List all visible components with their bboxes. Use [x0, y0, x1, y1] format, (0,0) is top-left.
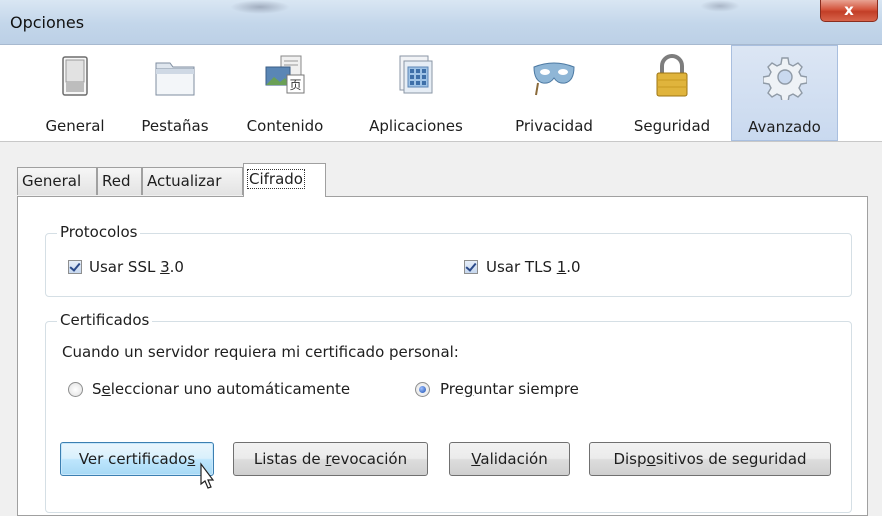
category-label: Contenido — [246, 117, 324, 135]
category-toolbar: General Pestañas 页 Contenido Aplicacione… — [0, 45, 882, 142]
auto-select-label[interactable]: Seleccionar uno automáticamente — [92, 380, 350, 398]
close-button[interactable]: x — [820, 0, 878, 22]
category-label: Avanzado — [748, 118, 821, 136]
category-label: Privacidad — [515, 117, 593, 135]
tls-label[interactable]: Usar TLS 1.0 — [486, 258, 581, 276]
tab-encryption[interactable]: Cifrado — [243, 163, 326, 197]
close-icon: x — [844, 1, 854, 19]
content-icon: 页 — [265, 55, 305, 94]
mouse-cursor-icon — [200, 462, 215, 489]
certificates-title: Certificados — [57, 311, 153, 329]
category-label: Seguridad — [633, 117, 711, 135]
revocation-lists-button[interactable]: Listas de revocación — [233, 442, 428, 476]
padlock-icon — [656, 54, 688, 97]
category-content[interactable]: 页 Contenido — [235, 45, 335, 141]
ssl-label[interactable]: Usar SSL 3.0 — [89, 258, 184, 276]
tab-general[interactable]: General — [17, 167, 97, 195]
security-devices-button[interactable]: Dispositivos de seguridad — [589, 442, 831, 476]
always-ask-label[interactable]: Preguntar siempre — [440, 380, 579, 398]
category-label: General — [45, 117, 105, 135]
validation-button[interactable]: Validación — [449, 442, 570, 476]
protocols-title: Protocolos — [57, 223, 141, 241]
tab-update[interactable]: Actualizar — [142, 167, 243, 195]
category-advanced[interactable]: Avanzado — [731, 45, 838, 141]
window-title: Opciones — [10, 13, 85, 32]
switch-icon — [62, 56, 88, 96]
folder-tabs-icon — [155, 62, 195, 96]
svg-text:页: 页 — [289, 78, 301, 92]
category-label: Pestañas — [141, 117, 209, 135]
auto-select-radio[interactable] — [68, 382, 83, 397]
gear-icon — [762, 57, 807, 100]
category-security[interactable]: Seguridad — [620, 45, 724, 141]
category-privacy[interactable]: Privacidad — [497, 45, 611, 141]
category-tabs[interactable]: Pestañas — [130, 45, 220, 141]
title-bar: Opciones x — [0, 0, 882, 45]
certificate-prompt: Cuando un servidor requiera mi certifica… — [62, 343, 459, 361]
category-label: Aplicaciones — [369, 117, 463, 135]
view-certificates-button[interactable]: Ver certificados — [60, 442, 214, 476]
ssl-checkbox[interactable] — [68, 260, 82, 274]
category-applications[interactable]: Aplicaciones — [350, 45, 482, 141]
encryption-panel: Protocolos Usar SSL 3.0 Usar TLS 1.0 Cer… — [17, 196, 868, 516]
mask-icon — [533, 62, 575, 96]
category-general[interactable]: General — [30, 45, 120, 141]
tab-network[interactable]: Red — [97, 167, 142, 195]
tls-checkbox[interactable] — [464, 260, 478, 274]
applications-icon — [399, 55, 433, 94]
always-ask-radio[interactable] — [415, 382, 430, 397]
